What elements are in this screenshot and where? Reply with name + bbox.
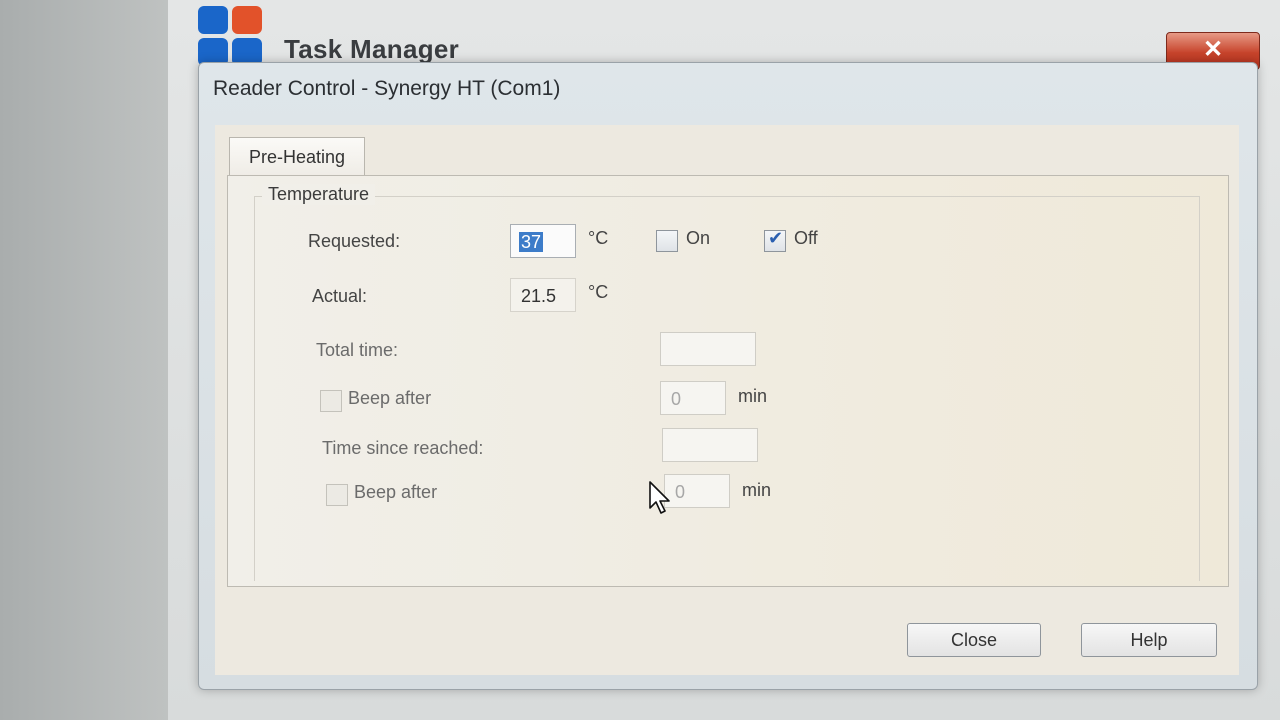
temperature-group-title: Temperature — [262, 184, 376, 205]
close-button[interactable]: Close — [907, 623, 1041, 657]
actual-label: Actual: — [312, 286, 368, 306]
requested-temperature-input[interactable]: 37 — [510, 224, 576, 258]
dialog-title: Reader Control - Synergy HT (Com1) — [213, 77, 561, 100]
reader-control-dialog: Reader Control - Synergy HT (Com1) Pre-H… — [198, 62, 1258, 690]
task-manager-logo-icon — [196, 4, 270, 68]
requested-label: Requested: — [308, 231, 401, 251]
task-manager-title: Task Manager — [284, 34, 460, 64]
tab-pre-heating[interactable]: Pre-Heating — [229, 137, 365, 176]
heating-off-label: Off — [794, 228, 818, 248]
close-icon: ✕ — [1202, 36, 1224, 63]
total-time-field — [660, 332, 756, 366]
checkmark-icon: ✔ — [768, 228, 784, 248]
requested-temperature-value: 37 — [519, 232, 544, 252]
requested-unit: °C — [588, 228, 609, 248]
time-since-reached-beep-unit: min — [742, 480, 772, 500]
time-since-reached-field — [662, 428, 758, 462]
actual-unit: °C — [588, 282, 609, 302]
pre-heating-pane: Temperature Requested: 37 °C On ✔ Off Ac… — [227, 175, 1229, 587]
time-since-reached-label: Time since reached: — [322, 438, 484, 458]
mouse-pointer-icon — [649, 481, 670, 514]
total-time-beep-unit: min — [738, 386, 768, 406]
dialog-client-area: Pre-Heating Temperature Requested: 37 °C… — [215, 125, 1239, 675]
time-since-reached-beep-checkbox[interactable] — [326, 484, 348, 506]
total-time-beep-checkbox[interactable] — [320, 390, 342, 412]
actual-temperature-field: 21.5 — [510, 278, 576, 312]
time-since-reached-beep-label: Beep after — [354, 482, 438, 502]
heating-off-checkbox[interactable]: ✔ — [764, 228, 786, 252]
total-time-beep-input[interactable]: 0 — [660, 381, 726, 415]
heating-on-label: On — [686, 228, 711, 248]
total-time-label: Total time: — [316, 340, 399, 360]
total-time-beep-label: Beep after — [348, 388, 432, 408]
heating-on-checkbox[interactable] — [656, 230, 678, 252]
help-button[interactable]: Help — [1081, 623, 1217, 657]
